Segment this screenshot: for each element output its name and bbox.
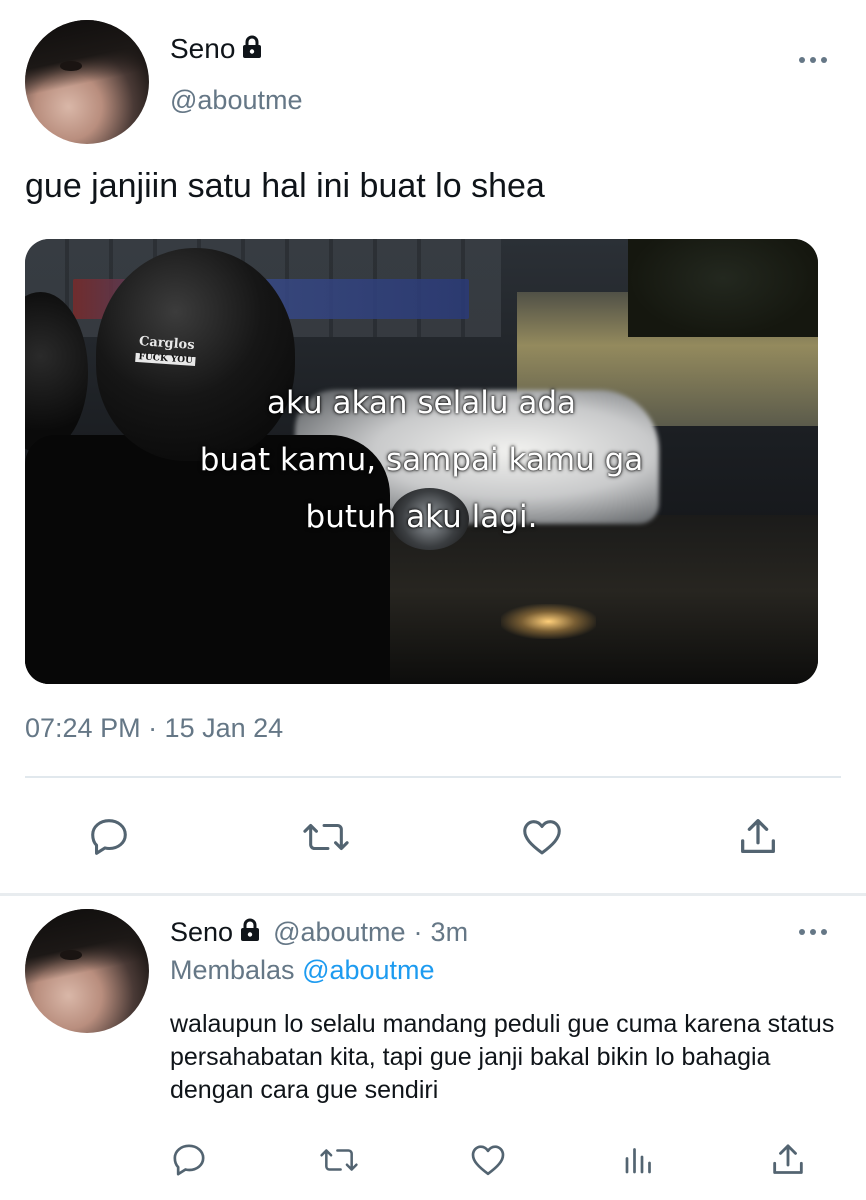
author-handle[interactable]: @aboutme [170,85,302,116]
reply-button[interactable] [84,812,134,862]
lock-icon [237,917,263,948]
share-icon [773,1144,803,1174]
like-icon [471,1145,505,1176]
separator-dot: · [413,916,423,947]
retweet-icon [320,1149,358,1171]
more-options-button[interactable] [793,48,833,72]
reply-header: Seno @aboutme · 3m [170,915,468,949]
tweet-media[interactable]: Carglos FUCK YOU aku akan selalu ada bua… [25,239,818,684]
author-name[interactable]: Seno [170,33,235,65]
reply-analytics-button[interactable] [617,1140,661,1180]
caption-line-3: butuh aku lagi. [305,499,538,535]
like-icon [523,820,561,855]
reply-more-options-button[interactable] [793,920,833,944]
like-button[interactable] [517,812,567,862]
tweet-text: gue janjiin satu hal ini buat lo shea [25,167,545,205]
replying-to-handle[interactable]: @aboutme [302,955,434,985]
reply-reply-button[interactable] [167,1140,211,1180]
retweet-icon [303,823,349,851]
caption-line-1: aku akan selalu ada [266,385,577,421]
analytics-icon [625,1148,651,1174]
replying-to-prefix: Membalas [170,955,295,985]
share-icon [741,819,775,854]
lock-icon [239,34,265,65]
more-horizontal-icon [799,57,827,63]
reply-icon [91,819,127,855]
reply-like-button[interactable] [466,1140,510,1180]
divider [25,776,841,778]
author-avatar[interactable] [25,20,149,144]
helmet-sticker: Carglos FUCK YOU [135,334,197,367]
reply-share-button[interactable] [766,1140,810,1180]
author-name-row: Seno [170,32,265,66]
share-button[interactable] [733,812,783,862]
reply-retweet-button[interactable] [315,1140,363,1180]
reply-text: walaupun lo selalu mandang peduli gue cu… [170,1010,835,1104]
reply-author-handle[interactable]: @aboutme [273,917,405,948]
replying-to: Membalas @aboutme [170,955,435,986]
more-horizontal-icon [799,929,827,935]
tweet-timestamp[interactable]: 07:24 PM · 15 Jan 24 [25,713,283,744]
reply-author-avatar[interactable] [25,909,149,1033]
media-overlay-caption: aku akan selalu ada buat kamu, sampai ka… [25,375,818,546]
caption-line-2: buat kamu, sampai kamu ga [199,442,644,478]
retweet-button[interactable] [298,812,354,862]
reply-time[interactable]: 3m [431,917,469,948]
reply-icon [173,1144,205,1176]
reply-author-name[interactable]: Seno [170,917,233,948]
section-divider [0,893,866,896]
